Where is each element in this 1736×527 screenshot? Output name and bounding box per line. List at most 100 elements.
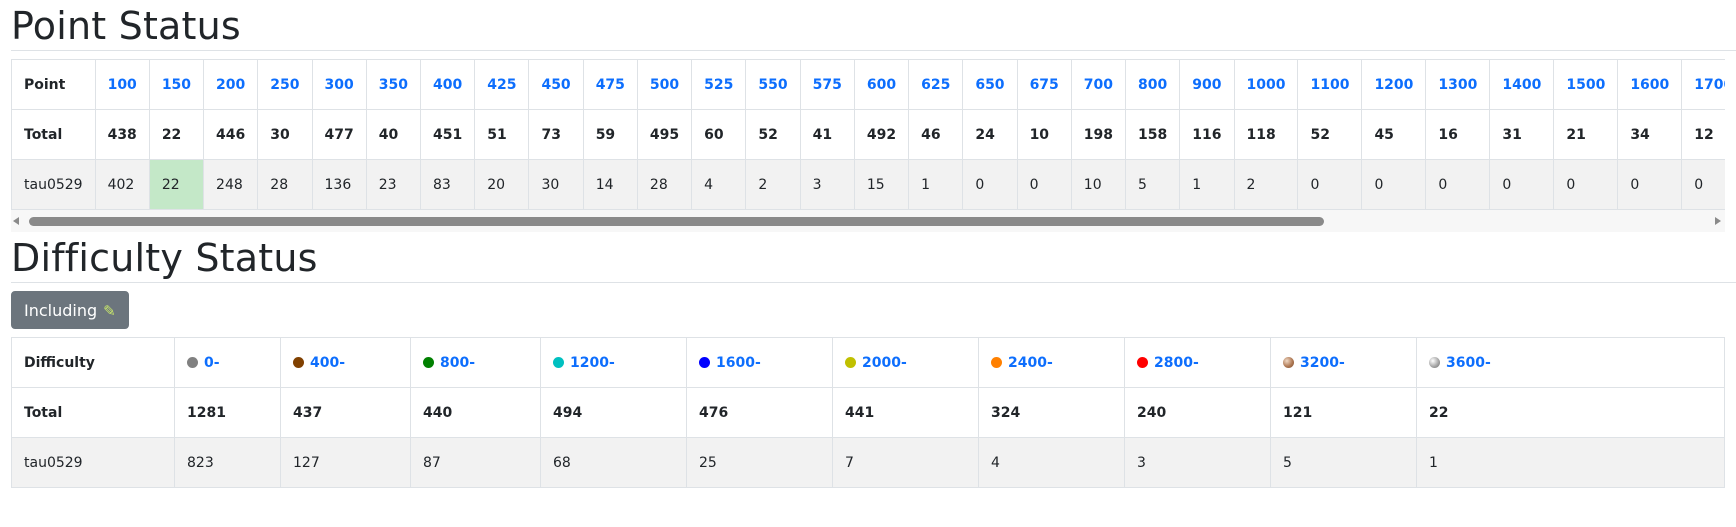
point-user-cell: 0 <box>1016 159 1072 210</box>
point-total-row: Total 438 22 446 30 477 40 451 51 73 59 495 60 52 41 4… <box>11 109 1725 160</box>
point-link-900[interactable]: 900 <box>1179 59 1235 110</box>
difficulty-user-cell: 25 <box>686 437 833 488</box>
difficulty-total-cell: 476 <box>686 387 833 438</box>
point-link-1100[interactable]: 1100 <box>1297 59 1363 110</box>
point-link-550[interactable]: 550 <box>745 59 801 110</box>
point-header-label: Point <box>11 59 96 110</box>
point-link-425[interactable]: 425 <box>474 59 530 110</box>
difficulty-link-400[interactable]: 400- <box>280 337 411 388</box>
difficulty-color-dot-icon <box>991 356 1002 368</box>
difficulty-color-dot-icon <box>293 356 304 368</box>
point-link-1400[interactable]: 1400 <box>1489 59 1555 110</box>
difficulty-color-dot-icon <box>423 356 434 368</box>
scroll-right-arrow-icon[interactable] <box>1715 217 1721 225</box>
difficulty-link-2800[interactable]: 2800- <box>1124 337 1271 388</box>
point-user-cell: 402 <box>94 159 150 210</box>
point-user-cell: 30 <box>528 159 584 210</box>
point-link-500[interactable]: 500 <box>636 59 693 110</box>
point-user-cell: 136 <box>311 159 367 210</box>
point-total-cell: 438 <box>94 109 150 160</box>
point-total-cell: 30 <box>257 109 313 160</box>
section-divider <box>11 50 1736 51</box>
difficulty-color-dot-icon <box>1283 356 1294 368</box>
difficulty-total-cell: 441 <box>832 387 979 438</box>
point-total-cell: 22 <box>148 109 205 160</box>
point-link-250[interactable]: 250 <box>257 59 313 110</box>
point-link-150[interactable]: 150 <box>148 59 205 110</box>
point-user-cell: 0 <box>1553 159 1619 210</box>
point-total-cell: 116 <box>1179 109 1235 160</box>
point-total-cell: 52 <box>745 109 801 160</box>
point-user-cell: 0 <box>962 159 1018 210</box>
scroll-left-arrow-icon[interactable] <box>13 217 19 225</box>
point-link-600[interactable]: 600 <box>853 59 910 110</box>
point-link-300[interactable]: 300 <box>311 59 367 110</box>
point-link-625[interactable]: 625 <box>908 59 964 110</box>
difficulty-user-cell: 4 <box>978 437 1125 488</box>
difficulty-link-3600[interactable]: 3600- <box>1416 337 1725 388</box>
point-link-350[interactable]: 350 <box>365 59 421 110</box>
point-total-cell: 52 <box>1297 109 1363 160</box>
difficulty-link-800[interactable]: 800- <box>410 337 541 388</box>
including-toggle-button[interactable]: Including ✎ <box>11 291 129 329</box>
point-link-800[interactable]: 800 <box>1125 59 1181 110</box>
point-link-1700[interactable]: 1700 <box>1681 59 1725 110</box>
point-total-cell: 451 <box>419 109 476 160</box>
point-link-1600[interactable]: 1600 <box>1617 59 1683 110</box>
difficulty-user-cell: 7 <box>832 437 979 488</box>
point-total-cell: 40 <box>365 109 421 160</box>
point-user-cell: 0 <box>1425 159 1491 210</box>
difficulty-color-dot-icon <box>1429 356 1440 368</box>
point-link-1500[interactable]: 1500 <box>1553 59 1619 110</box>
difficulty-link-2400[interactable]: 2400- <box>978 337 1125 388</box>
point-user-cell: 14 <box>582 159 638 210</box>
difficulty-total-cell: 121 <box>1270 387 1417 438</box>
point-total-cell: 16 <box>1425 109 1491 160</box>
point-user-cell: 1 <box>908 159 964 210</box>
point-link-1300[interactable]: 1300 <box>1425 59 1491 110</box>
point-total-cell: 198 <box>1070 109 1127 160</box>
difficulty-user-row: tau0529 823 127 87 68 25 7 4 3 5 1 <box>11 437 1725 488</box>
difficulty-link-2000[interactable]: 2000- <box>832 337 979 388</box>
difficulty-link-3200[interactable]: 3200- <box>1270 337 1417 388</box>
point-link-200[interactable]: 200 <box>203 59 259 110</box>
point-link-450[interactable]: 450 <box>528 59 584 110</box>
difficulty-total-label: Total <box>11 387 175 438</box>
point-link-575[interactable]: 575 <box>799 59 855 110</box>
point-table-viewport[interactable]: Point 100 150 200 250 300 350 400 425 450 475 500 5… <box>11 59 1725 210</box>
point-link-400[interactable]: 400 <box>419 59 476 110</box>
difficulty-link-1600[interactable]: 1600- <box>686 337 833 388</box>
point-user-cell: 28 <box>636 159 693 210</box>
page: Point Status Point 100 150 200 250 300 350 400… <box>0 0 1736 488</box>
point-link-1200[interactable]: 1200 <box>1361 59 1427 110</box>
point-link-650[interactable]: 650 <box>962 59 1018 110</box>
difficulty-total-row: Total 1281 437 440 494 476 441 324 240 121 22 <box>11 387 1725 438</box>
including-button-label: Including <box>24 301 98 320</box>
difficulty-color-dot-icon <box>845 356 856 368</box>
difficulty-status-title: Difficulty Status <box>11 236 318 280</box>
difficulty-link-0[interactable]: 0- <box>174 337 281 388</box>
point-user-cell: 83 <box>419 159 476 210</box>
horizontal-scrollbar[interactable] <box>11 210 1725 232</box>
point-user-cell: 4 <box>691 159 747 210</box>
scrollbar-thumb[interactable] <box>29 217 1324 226</box>
point-link-1000[interactable]: 1000 <box>1233 59 1299 110</box>
point-total-cell: 60 <box>691 109 747 160</box>
point-user-cell: 2 <box>1233 159 1299 210</box>
difficulty-total-cell: 240 <box>1124 387 1271 438</box>
point-link-100[interactable]: 100 <box>94 59 150 110</box>
point-user-cell: 5 <box>1125 159 1181 210</box>
point-user-cell: 0 <box>1361 159 1427 210</box>
point-user-cell: 20 <box>474 159 530 210</box>
difficulty-color-dot-icon <box>187 356 198 368</box>
point-user-cell: 3 <box>799 159 855 210</box>
difficulty-color-dot-icon <box>699 356 710 368</box>
point-link-525[interactable]: 525 <box>691 59 747 110</box>
point-total-cell: 59 <box>582 109 638 160</box>
difficulty-user-cell: 87 <box>410 437 541 488</box>
point-link-475[interactable]: 475 <box>582 59 638 110</box>
point-link-700[interactable]: 700 <box>1070 59 1127 110</box>
point-link-675[interactable]: 675 <box>1016 59 1072 110</box>
point-total-cell: 31 <box>1489 109 1555 160</box>
difficulty-link-1200[interactable]: 1200- <box>540 337 687 388</box>
